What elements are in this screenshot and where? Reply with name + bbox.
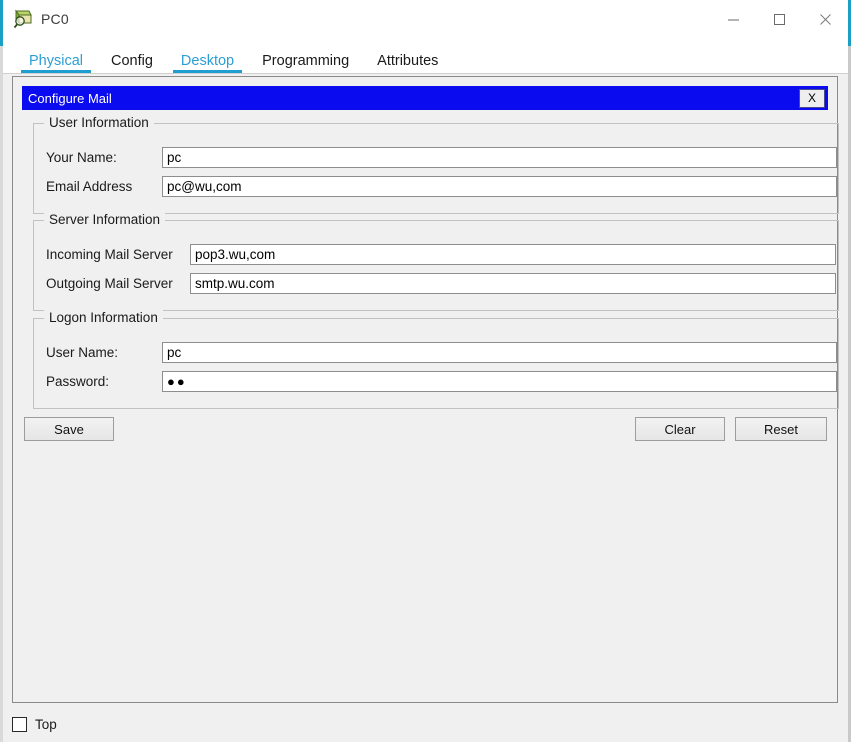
- pc-device-icon: [12, 8, 34, 30]
- email-address-label: Email Address: [46, 179, 133, 194]
- password-row: Password: ●●: [46, 371, 837, 392]
- email-address-input[interactable]: pc@wu,com: [162, 176, 837, 197]
- email-address-row: Email Address pc@wu,com: [46, 176, 837, 197]
- tab-programming[interactable]: Programming: [248, 53, 363, 74]
- bottom-bar: Top: [3, 706, 848, 742]
- user-name-row: User Name: pc: [46, 342, 837, 363]
- reset-button[interactable]: Reset: [735, 417, 827, 441]
- logon-information-group: Logon Information User Name: pc Password…: [33, 310, 839, 409]
- window-left-accent-strip: [0, 0, 3, 742]
- tab-attributes[interactable]: Attributes: [363, 53, 452, 74]
- user-information-group: User Information Your Name: pc Email Add…: [33, 115, 839, 214]
- your-name-input[interactable]: pc: [162, 147, 837, 168]
- save-button[interactable]: Save: [24, 417, 114, 441]
- maximize-button[interactable]: [756, 0, 802, 38]
- tab-strip: Physical Config Desktop Programming Attr…: [3, 38, 848, 74]
- incoming-mail-server-label: Incoming Mail Server: [46, 247, 173, 262]
- top-checkbox[interactable]: [12, 716, 27, 732]
- incoming-mail-server-row: Incoming Mail Server pop3.wu,com: [46, 244, 836, 265]
- window-title: PC0: [41, 11, 69, 27]
- tab-strip-divider: [3, 73, 848, 74]
- dialog-title: Configure Mail: [28, 90, 112, 106]
- incoming-mail-server-input[interactable]: pop3.wu,com: [190, 244, 836, 265]
- outgoing-mail-server-label: Outgoing Mail Server: [46, 276, 173, 291]
- password-input[interactable]: ●●: [162, 371, 837, 392]
- configure-mail-header: Configure Mail X: [22, 86, 828, 110]
- tab-physical[interactable]: Physical: [15, 53, 97, 74]
- user-name-input[interactable]: pc: [162, 342, 837, 363]
- clear-button[interactable]: Clear: [635, 417, 725, 441]
- close-button[interactable]: [802, 0, 848, 38]
- user-information-title: User Information: [44, 115, 154, 130]
- dialog-close-button[interactable]: X: [799, 88, 825, 108]
- tab-config[interactable]: Config: [97, 53, 167, 74]
- user-name-label: User Name:: [46, 345, 119, 360]
- server-information-title: Server Information: [44, 212, 166, 227]
- outgoing-mail-server-row: Outgoing Mail Server smtp.wu.com: [46, 273, 836, 294]
- minimize-button[interactable]: [710, 0, 756, 38]
- window-controls: [710, 0, 848, 38]
- your-name-label: Your Name:: [46, 150, 117, 165]
- outgoing-mail-server-input[interactable]: smtp.wu.com: [190, 273, 836, 294]
- tab-desktop[interactable]: Desktop: [167, 53, 248, 74]
- logon-information-title: Logon Information: [44, 310, 163, 325]
- title-bar: PC0: [3, 0, 848, 38]
- pc0-window: PC0 Physical Config Desktop Programming …: [0, 0, 851, 742]
- top-checkbox-label: Top: [35, 716, 57, 732]
- password-label: Password:: [46, 374, 110, 389]
- your-name-row: Your Name: pc: [46, 147, 837, 168]
- server-information-group: Server Information Incoming Mail Server …: [33, 212, 839, 311]
- desktop-content-panel: Configure Mail X User Information Your N…: [12, 76, 839, 703]
